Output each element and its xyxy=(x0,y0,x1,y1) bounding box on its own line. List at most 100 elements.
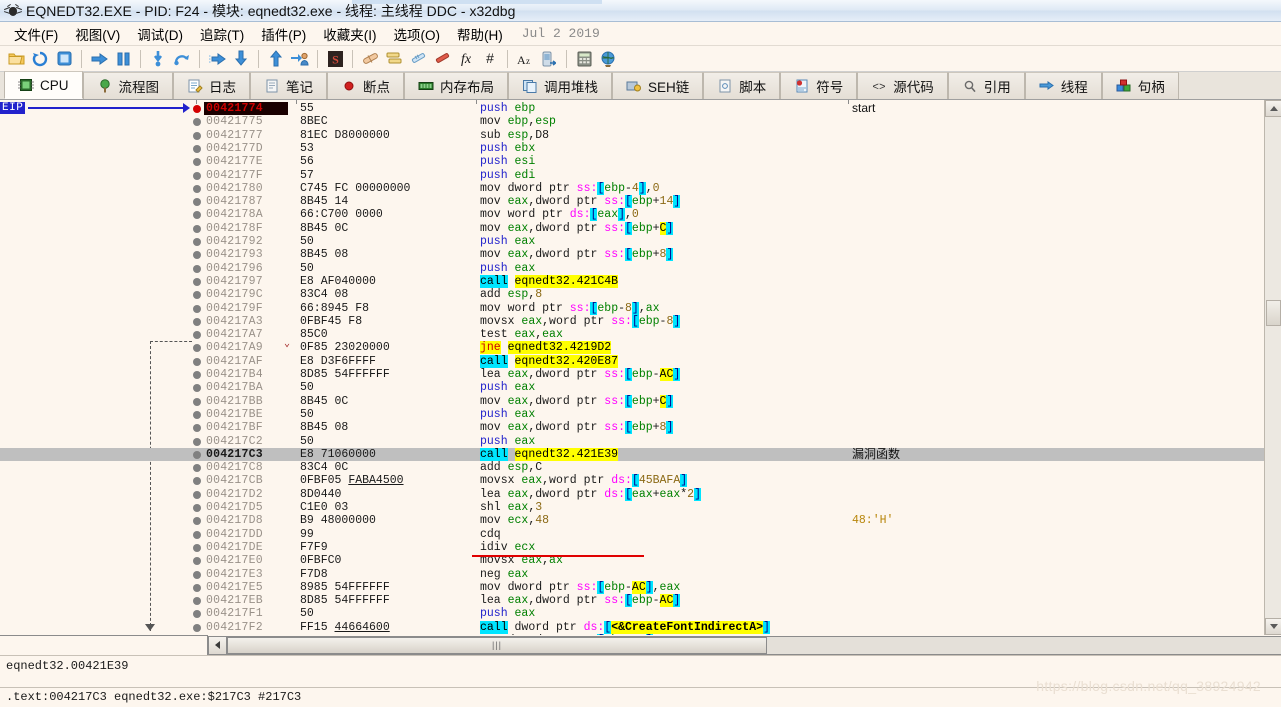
disassembly-view[interactable]: EIP ⌄ 00421774 55 push ebp start 00421775 8BE… xyxy=(0,100,1281,635)
tab-source[interactable]: <> 源代码 xyxy=(857,72,948,99)
disassembly-row[interactable]: 00421793 8B45 08 mov eax,dword ptr ss:[ebp… xyxy=(0,248,1281,262)
disassembly-row[interactable]: 004217E5 8985 54FFFFFF mov dword ptr ss:[e… xyxy=(0,580,1281,594)
functions-icon[interactable]: fx xyxy=(455,48,477,70)
breakpoint-dot[interactable] xyxy=(193,410,201,419)
hscroll-thumb[interactable]: ||| xyxy=(227,636,767,654)
open-icon[interactable] xyxy=(5,48,27,70)
menu-view[interactable]: 视图(V) xyxy=(67,22,129,46)
disassembly-row[interactable]: 0042177D 53 push ebx xyxy=(0,142,1281,155)
menu-file[interactable]: 文件(F) xyxy=(6,22,67,46)
disassembly-row[interactable]: 004217F2 FF15 44664600 call dword ptr ds:[… xyxy=(0,620,1281,634)
breakpoint-dot[interactable] xyxy=(193,238,201,246)
run-to-user-code-icon[interactable] xyxy=(289,48,311,70)
tab-notes[interactable]: 笔记 xyxy=(250,72,328,99)
menu-plugins[interactable]: 插件(P) xyxy=(253,22,315,46)
disassembly-row[interactable]: 004217D2 8D0440 lea eax,dword ptr ds:[eax+… xyxy=(0,487,1281,501)
tab-cpu[interactable]: CPU xyxy=(4,71,83,99)
tab-symbols[interactable]: 符号 xyxy=(780,72,858,99)
trace-over-icon[interactable] xyxy=(230,48,252,70)
disassembly-row[interactable]: 00421797 E8 AF040000 call eqnedt32.421C4B xyxy=(0,274,1281,288)
tab-references[interactable]: 引用 xyxy=(947,72,1025,99)
breakpoint-dot[interactable] xyxy=(193,504,201,512)
trace-into-icon[interactable] xyxy=(206,48,228,70)
disassembly-row[interactable]: 004217F1 50 push eax xyxy=(0,607,1281,620)
breakpoint-dot[interactable] xyxy=(193,424,201,433)
labels-icon[interactable]: # xyxy=(479,48,501,70)
disassembly-row[interactable]: 004217AF E8 D3F6FFFF call eqnedt32.420E87 xyxy=(0,354,1281,368)
breakpoint-dot[interactable] xyxy=(193,357,201,366)
disassembly-row[interactable]: 004217C8 83C4 0C add esp,C xyxy=(0,461,1281,474)
disassembly-row[interactable]: 00421780 C745 FC 00000000 mov dword ptr ss… xyxy=(0,181,1281,195)
tab-call-stack[interactable]: 调用堆栈 xyxy=(508,72,613,99)
breakpoint-dot[interactable] xyxy=(193,198,201,207)
pause-icon[interactable] xyxy=(112,48,134,70)
disassembly-row[interactable]: 004217BB 8B45 0C mov eax,dword ptr ss:[ebp… xyxy=(0,394,1281,408)
breakpoint-dot[interactable] xyxy=(193,397,201,406)
step-over-icon[interactable] xyxy=(171,48,193,70)
breakpoint-dot[interactable] xyxy=(193,450,201,459)
breakpoint-dot[interactable] xyxy=(193,304,201,313)
breakpoint-dot[interactable] xyxy=(193,344,201,353)
hscroll-track[interactable]: ||| xyxy=(227,635,1281,655)
bookmark-icon[interactable] xyxy=(431,48,453,70)
breakpoint-dot[interactable] xyxy=(193,264,201,273)
execute-till-return-icon[interactable] xyxy=(265,48,287,70)
tab-script[interactable]: 脚本 xyxy=(703,72,781,99)
disassembly-row[interactable]: 004217A7 85C0 test eax,eax xyxy=(0,328,1281,341)
calculator-icon[interactable] xyxy=(573,48,595,70)
breakpoint-dot[interactable] xyxy=(193,184,201,193)
disassembly-row[interactable]: 0042179F 66:8945 F8 mov word ptr ss:[ebp-8… xyxy=(0,301,1281,315)
disassembly-vscrollbar[interactable] xyxy=(1264,100,1281,635)
breakpoint-dot[interactable] xyxy=(193,557,201,566)
patches-icon[interactable] xyxy=(359,48,381,70)
disassembly-row[interactable]: 004217E3 F7D8 neg eax xyxy=(0,568,1281,581)
tab-threads[interactable]: 线程 xyxy=(1024,72,1102,99)
breakpoint-dot[interactable] xyxy=(193,570,201,579)
breakpoint-dot[interactable] xyxy=(193,317,201,326)
breakpoint-dot[interactable] xyxy=(193,477,201,486)
run-icon[interactable] xyxy=(88,48,110,70)
disassembly-row[interactable]: 00421777 81EC D8000000 sub esp,D8 xyxy=(0,129,1281,142)
tab-handles[interactable]: 句柄 xyxy=(1101,72,1179,99)
breakpoint-dot[interactable] xyxy=(193,251,201,260)
breakpoint-dot[interactable] xyxy=(193,224,201,233)
disassembly-row[interactable]: 0042178A 66:C700 0000 mov word ptr ds:[eax… xyxy=(0,208,1281,222)
breakpoint-dot[interactable] xyxy=(193,464,201,473)
breakpoint-dot[interactable] xyxy=(193,171,201,180)
breakpoint-dot[interactable] xyxy=(193,211,201,220)
breakpoint-dot[interactable] xyxy=(193,331,201,340)
log-icon[interactable] xyxy=(383,48,405,70)
menu-options[interactable]: 选项(O) xyxy=(386,22,450,46)
disassembly-row[interactable]: 0042177E 56 push esi xyxy=(0,155,1281,168)
disassembly-row[interactable]: 004217B4 8D85 54FFFFFF lea eax,dword ptr s… xyxy=(0,368,1281,381)
disassembly-row[interactable]: 004217BA 50 push eax xyxy=(0,381,1281,394)
breakpoint-dot[interactable] xyxy=(193,105,201,113)
disassembly-row[interactable]: 004217C2 50 push eax xyxy=(0,435,1281,448)
tab-log[interactable]: 日志 xyxy=(173,72,251,99)
attach-icon[interactable] xyxy=(538,48,560,70)
disassembly-row[interactable]: 004217EB 8D85 54FFFFFF lea eax,dword ptr s… xyxy=(0,594,1281,608)
disassembly-row[interactable]: 0042179C 83C4 08 add esp,8 xyxy=(0,288,1281,301)
breakpoint-dot[interactable] xyxy=(193,291,201,300)
breakpoint-dot[interactable] xyxy=(193,118,201,127)
breakpoint-dot[interactable] xyxy=(193,543,201,552)
step-into-icon[interactable] xyxy=(147,48,169,70)
disassembly-row[interactable]: 004217BF 8B45 08 mov eax,dword ptr ss:[ebp… xyxy=(0,421,1281,435)
stop-icon[interactable] xyxy=(53,48,75,70)
disassembly-row[interactable]: 0042177F 57 push edi xyxy=(0,169,1281,182)
breakpoint-dot[interactable] xyxy=(193,517,201,526)
breakpoint-dot[interactable] xyxy=(193,158,201,167)
disassembly-row[interactable]: 00421796 50 push eax xyxy=(0,262,1281,275)
breakpoint-dot[interactable] xyxy=(193,597,201,606)
breakpoint-dot[interactable] xyxy=(193,371,201,379)
scroll-down-button[interactable] xyxy=(1265,618,1281,635)
breakpoint-dot[interactable] xyxy=(193,437,201,446)
scroll-left-button[interactable] xyxy=(208,635,227,655)
globe-icon[interactable] xyxy=(597,48,619,70)
disassembly-row[interactable]: 004217CB 0FBF05 FABA4500 movsx eax,word pt… xyxy=(0,474,1281,488)
disassembly-row[interactable]: 004217BE 50 push eax xyxy=(0,408,1281,421)
breakpoint-dot[interactable] xyxy=(193,623,201,632)
menu-favourites[interactable]: 收藏夹(I) xyxy=(315,22,385,46)
disassembly-row[interactable]: 004217A9 0F85 23020000 jne eqnedt32.4219D2 xyxy=(0,341,1281,355)
fontsize-icon[interactable]: A z xyxy=(514,48,536,70)
